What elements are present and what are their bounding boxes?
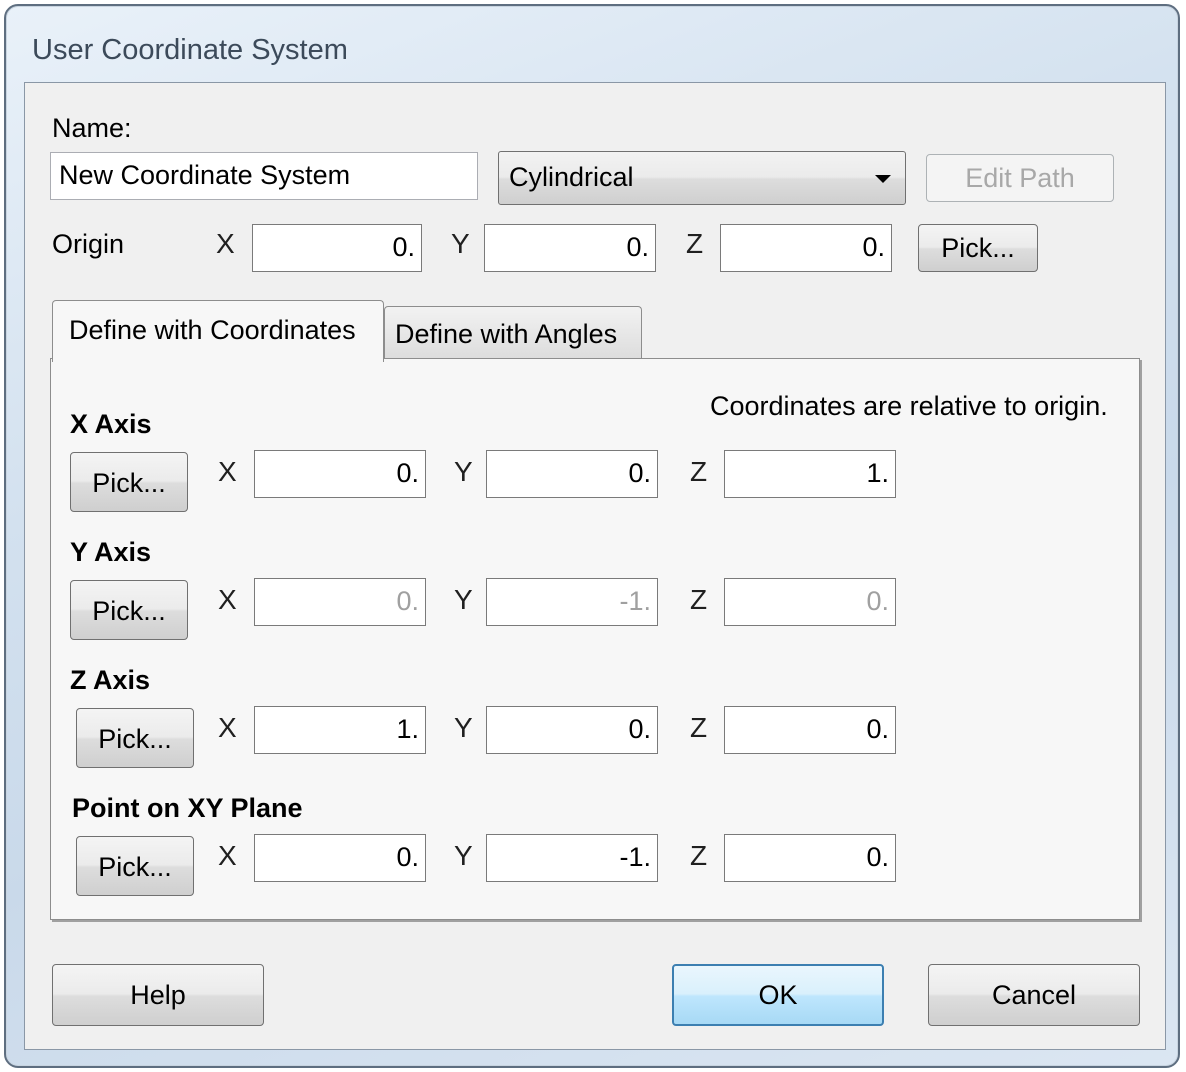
x-axis-z-label: Z xyxy=(690,456,708,487)
z-axis-x-input[interactable]: 1. xyxy=(254,706,426,754)
coordinate-type-dropdown[interactable]: Cylindrical xyxy=(498,151,906,205)
help-button[interactable]: Help xyxy=(52,964,264,1026)
origin-z-input[interactable]: 0. xyxy=(720,224,892,272)
name-input[interactable]: New Coordinate System xyxy=(50,152,478,200)
x-axis-z-input[interactable]: 1. xyxy=(724,450,896,498)
dialog-title: User Coordinate System xyxy=(32,34,348,66)
xy-plane-y-input[interactable]: -1. xyxy=(486,834,658,882)
z-axis-heading: Z Axis xyxy=(70,665,151,695)
origin-y-input[interactable]: 0. xyxy=(484,224,656,272)
z-axis-x-label: X xyxy=(218,712,237,743)
xy-plane-point-heading: Point on XY Plane xyxy=(72,793,303,823)
x-axis-y-label: Y xyxy=(454,456,473,487)
origin-x-label: X xyxy=(216,228,235,259)
z-axis-z-label: Z xyxy=(690,712,708,743)
z-axis-pick-button[interactable]: Pick... xyxy=(76,708,194,768)
xy-plane-z-label: Z xyxy=(690,840,708,871)
y-axis-heading: Y Axis xyxy=(70,537,152,567)
origin-label: Origin xyxy=(52,229,125,259)
x-axis-x-input[interactable]: 0. xyxy=(254,450,426,498)
xy-plane-pick-button[interactable]: Pick... xyxy=(76,836,194,896)
tab-define-with-angles[interactable]: Define with Angles xyxy=(384,306,642,360)
x-axis-heading: X Axis xyxy=(70,409,152,439)
origin-x-input[interactable]: 0. xyxy=(252,224,422,272)
xy-plane-x-label: X xyxy=(218,840,237,871)
xy-plane-y-label: Y xyxy=(454,840,473,871)
cancel-button[interactable]: Cancel xyxy=(928,964,1140,1026)
y-axis-y-label: Y xyxy=(454,584,473,615)
ok-button[interactable]: OK xyxy=(672,964,884,1026)
tab-define-with-coordinates[interactable]: Define with Coordinates xyxy=(52,300,384,362)
y-axis-pick-button[interactable]: Pick... xyxy=(70,580,188,640)
chevron-down-icon xyxy=(875,175,891,183)
x-axis-pick-button[interactable]: Pick... xyxy=(70,452,188,512)
y-axis-z-label: Z xyxy=(690,584,708,615)
x-axis-y-input[interactable]: 0. xyxy=(486,450,658,498)
y-axis-x-input[interactable]: 0. xyxy=(254,578,426,626)
z-axis-y-input[interactable]: 0. xyxy=(486,706,658,754)
z-axis-y-label: Y xyxy=(454,712,473,743)
xy-plane-z-input[interactable]: 0. xyxy=(724,834,896,882)
origin-z-label: Z xyxy=(686,228,704,259)
y-axis-x-label: X xyxy=(218,584,237,615)
y-axis-z-input[interactable]: 0. xyxy=(724,578,896,626)
origin-pick-button[interactable]: Pick... xyxy=(918,224,1038,272)
y-axis-y-input[interactable]: -1. xyxy=(486,578,658,626)
xy-plane-x-input[interactable]: 0. xyxy=(254,834,426,882)
name-label: Name: xyxy=(52,113,132,143)
z-axis-z-input[interactable]: 0. xyxy=(724,706,896,754)
relative-note: Coordinates are relative to origin. xyxy=(710,391,1108,421)
edit-path-button[interactable]: Edit Path xyxy=(926,154,1114,202)
origin-y-label: Y xyxy=(451,228,470,259)
x-axis-x-label: X xyxy=(218,456,237,487)
coordinate-type-value: Cylindrical xyxy=(509,162,634,192)
